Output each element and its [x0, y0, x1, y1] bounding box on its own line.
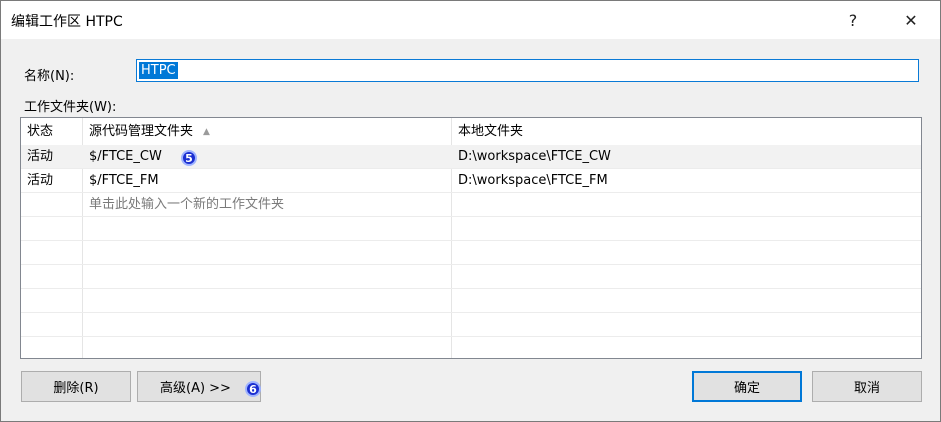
ok-button[interactable]: 确定	[692, 371, 802, 402]
cell-source: $/FTCE_CW	[89, 149, 162, 164]
cancel-button[interactable]: 取消	[812, 371, 922, 402]
empty-row	[21, 265, 921, 289]
cell-local: D:\workspace\FTCE_FM	[458, 173, 608, 188]
callout-marker-6: 6	[245, 381, 261, 397]
add-new-row[interactable]: 单击此处输入一个新的工作文件夹	[21, 193, 921, 217]
empty-row	[21, 217, 921, 241]
name-input-value: HTPC	[139, 62, 178, 79]
column-header-local[interactable]: 本地文件夹	[452, 118, 921, 145]
cell-local: D:\workspace\FTCE_CW	[458, 149, 611, 164]
advanced-button[interactable]: 高级(A) >>	[137, 371, 261, 402]
column-header-status[interactable]: 状态	[21, 118, 82, 145]
empty-row	[21, 289, 921, 313]
help-button[interactable]: ?	[833, 5, 873, 35]
delete-button[interactable]: 删除(R)	[21, 371, 131, 402]
add-row-hint: 单击此处输入一个新的工作文件夹	[89, 197, 285, 212]
column-header-source[interactable]: 源代码管理文件夹 ▲	[83, 118, 451, 145]
table-header: 状态 源代码管理文件夹 ▲ 本地文件夹	[21, 118, 921, 146]
cell-source: $/FTCE_FM	[89, 173, 159, 188]
table-row[interactable]: 活动 $/FTCE_FM D:\workspace\FTCE_FM	[21, 169, 921, 193]
cell-status: 活动	[27, 173, 54, 188]
window-title: 编辑工作区 HTPC	[11, 14, 123, 30]
sort-ascending-icon: ▲	[203, 127, 210, 137]
working-folders-table[interactable]: 状态 源代码管理文件夹 ▲ 本地文件夹 活动 $/FTCE_CW 5 D:\wor…	[20, 117, 922, 359]
callout-marker-5: 5	[181, 150, 197, 166]
close-icon[interactable]: ✕	[891, 5, 931, 35]
cell-status: 活动	[27, 149, 54, 164]
edit-workspace-dialog: 编辑工作区 HTPC ? ✕ 名称(N): HTPC 工作文件夹(W): 状态 …	[0, 0, 941, 422]
table-row[interactable]: 活动 $/FTCE_CW 5 D:\workspace\FTCE_CW	[21, 145, 921, 169]
empty-row	[21, 241, 921, 265]
name-label: 名称(N):	[24, 69, 75, 84]
name-input[interactable]: HTPC	[136, 59, 919, 82]
empty-row	[21, 313, 921, 337]
working-folders-label: 工作文件夹(W):	[24, 100, 117, 115]
title-bar: 编辑工作区 HTPC ? ✕	[1, 1, 940, 39]
